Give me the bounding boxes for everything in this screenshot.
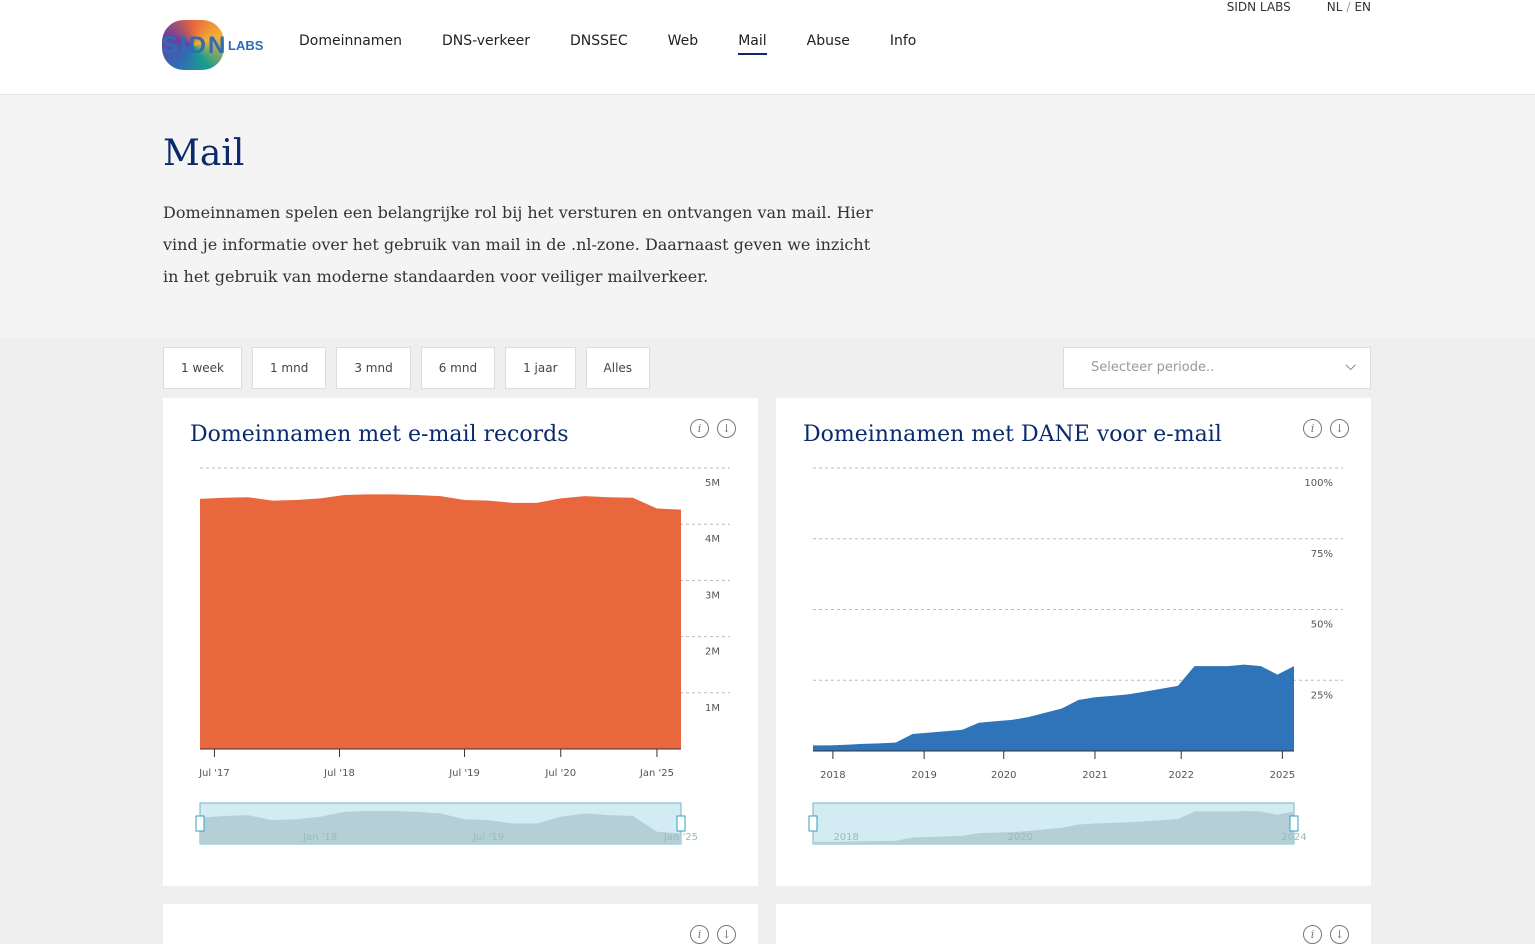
- period-select[interactable]: Selecteer periode.. ⌵: [1063, 347, 1371, 389]
- nav-info[interactable]: Info: [890, 33, 917, 55]
- period-alles[interactable]: Alles: [586, 347, 651, 389]
- chart-card-4: i↓: [776, 904, 1371, 944]
- site-header: SIDN LABS Domeinnamen DNS-verkeer DNSSEC…: [0, 0, 1535, 95]
- nav-abuse[interactable]: Abuse: [807, 33, 850, 55]
- period-select-placeholder: Selecteer periode..: [1091, 360, 1214, 375]
- area-series: [200, 494, 681, 749]
- period-1-jaar[interactable]: 1 jaar: [505, 347, 575, 389]
- nav-dnssec[interactable]: DNSSEC: [570, 33, 628, 55]
- info-icon[interactable]: i: [690, 925, 709, 944]
- y-tick-label: 3M: [705, 590, 720, 601]
- sidn-labs-logo[interactable]: SIDN LABS: [162, 20, 263, 70]
- nav-dns-verkeer[interactable]: DNS-verkeer: [442, 33, 530, 55]
- navigator-label: Jan '25: [663, 832, 698, 843]
- x-tick-label: Jul '18: [323, 768, 355, 779]
- download-icon[interactable]: ↓: [717, 925, 736, 944]
- page-title: Mail: [163, 133, 244, 174]
- download-icon[interactable]: ↓: [1330, 925, 1349, 944]
- x-tick-label: 2019: [911, 770, 936, 781]
- lang-en[interactable]: EN: [1354, 0, 1371, 14]
- x-tick-label: 2018: [820, 770, 845, 781]
- navigator-label: Jan '18: [302, 832, 337, 843]
- email-records-chart: 1M 2M 3M 4M 5M Jul '17 Jul '18 Jul '19 Jul '20 Ja…: [163, 398, 758, 886]
- nav-domeinnamen[interactable]: Domeinnamen: [299, 33, 402, 55]
- y-tick-label: 25%: [1311, 690, 1333, 701]
- intro-text: Domeinnamen spelen een belangrijke rol b…: [163, 197, 883, 293]
- navigator-handle[interactable]: [809, 816, 817, 831]
- chart-card-3: i↓: [163, 904, 758, 944]
- y-tick-label: 1M: [705, 703, 720, 714]
- navigator-handle[interactable]: [1290, 816, 1298, 831]
- navigator-handle[interactable]: [677, 816, 685, 831]
- x-tick-label: 2021: [1082, 770, 1107, 781]
- x-tick-label: 2022: [1168, 770, 1193, 781]
- period-buttons: 1 week 1 mnd 3 mnd 6 mnd 1 jaar Alles: [163, 347, 650, 389]
- navigator-handle[interactable]: [196, 816, 204, 831]
- y-tick-label: 50%: [1311, 620, 1333, 631]
- y-tick-label: 100%: [1304, 478, 1333, 489]
- chart-card-email-records: Domeinnamen met e-mail records i↓ 1M2M3M…: [163, 398, 758, 886]
- chevron-down-icon: ⌵: [1345, 358, 1356, 374]
- x-tick-label: Jul '20: [544, 768, 576, 779]
- sidn-labs-link[interactable]: SIDN LABS: [1227, 0, 1291, 14]
- x-tick-label: 2020: [991, 770, 1016, 781]
- navigator-label: Jul '19: [472, 832, 504, 843]
- y-tick-label: 5M: [705, 478, 720, 489]
- main-nav: Domeinnamen DNS-verkeer DNSSEC Web Mail …: [299, 33, 956, 55]
- nav-web[interactable]: Web: [668, 33, 699, 55]
- period-1-mnd[interactable]: 1 mnd: [252, 347, 326, 389]
- hero: Mail Domeinnamen spelen een belangrijke …: [0, 95, 1535, 338]
- x-tick-label: Jul '17: [198, 768, 230, 779]
- area-series: [813, 665, 1294, 751]
- chart-card-dane: Domeinnamen met DANE voor e-mail i↓ 25%5…: [776, 398, 1371, 886]
- x-tick-label: 2025: [1270, 770, 1295, 781]
- y-tick-label: 4M: [705, 534, 720, 545]
- x-tick-label: Jul '19: [448, 768, 480, 779]
- lang-separator: /: [1346, 0, 1350, 14]
- navigator-label: 2018: [833, 832, 858, 843]
- navigator-label: 2020: [1008, 832, 1033, 843]
- x-tick-label: Jan '25: [639, 768, 674, 779]
- dane-chart: 25% 50% 75% 100% 2018 2019 2020 2021 2022 2025 201…: [776, 398, 1371, 886]
- y-tick-label: 75%: [1311, 549, 1333, 560]
- period-1-week[interactable]: 1 week: [163, 347, 242, 389]
- nav-mail[interactable]: Mail: [738, 33, 766, 55]
- period-6-mnd[interactable]: 6 mnd: [421, 347, 495, 389]
- info-icon[interactable]: i: [1303, 925, 1322, 944]
- lang-nl[interactable]: NL: [1327, 0, 1343, 14]
- navigator-label: 2024: [1281, 832, 1306, 843]
- period-3-mnd[interactable]: 3 mnd: [336, 347, 410, 389]
- y-tick-label: 2M: [705, 647, 720, 658]
